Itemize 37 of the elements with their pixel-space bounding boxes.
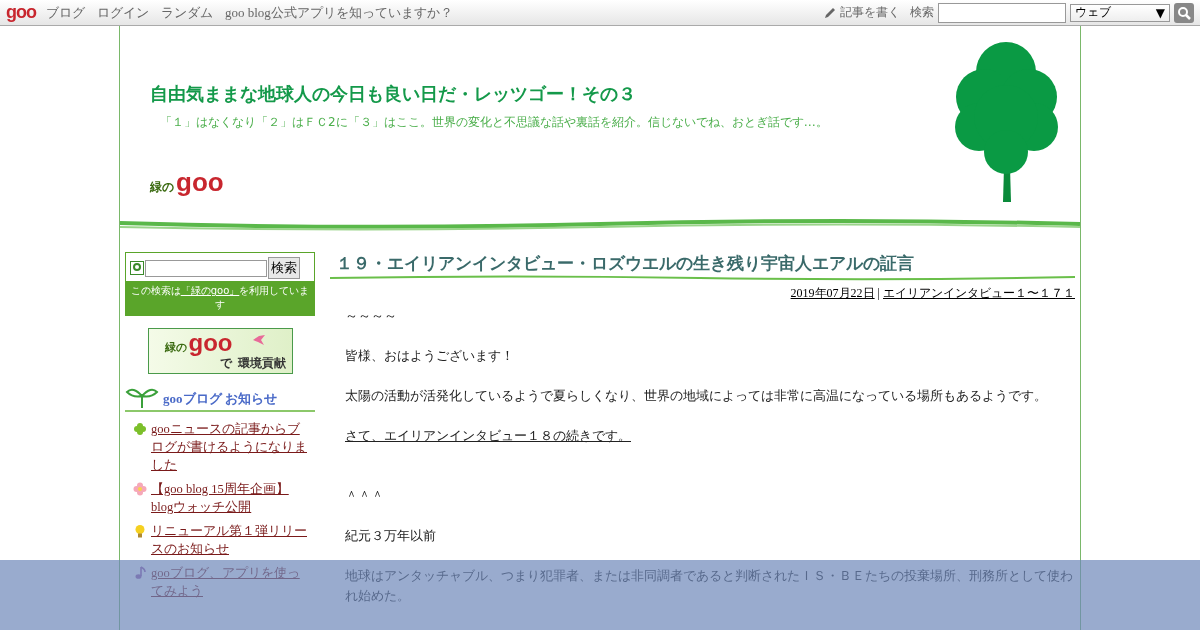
flower-icon	[133, 482, 147, 496]
notices-heading: gooブログ お知らせ	[163, 390, 277, 408]
search-note: この検索は「緑のgoo」を利用しています	[126, 281, 314, 315]
post-link[interactable]: さて、エイリアンインタビュー１８の続きです。	[345, 428, 631, 443]
search-type-dropdown[interactable]: ウェブ ▼	[1070, 3, 1170, 22]
post-title[interactable]: １９・エイリアンインタビュー・ロズウエルの生き残り宇宙人エアルの証言	[336, 252, 1075, 275]
notice-link[interactable]: リニューアル第１弾リリースのお知らせ	[151, 522, 309, 558]
lightbulb-icon	[133, 524, 147, 538]
category-link[interactable]: エイリアンインタビュー１〜１７１	[883, 286, 1075, 300]
blog-title[interactable]: 自由気ままな地球人の今日も良い日だ・レッツゴー！その３	[150, 82, 1080, 106]
sprout-icon	[125, 386, 159, 408]
nav-link[interactable]: ブログ	[46, 3, 85, 22]
search-field[interactable]	[938, 2, 1066, 23]
notice-link[interactable]: gooニュースの記事からブログが書けるようになりました	[151, 420, 309, 474]
post-paragraph: ～～～～	[345, 308, 397, 323]
post-date-link[interactable]: 2019年07月22日	[790, 286, 875, 300]
midori-goo-logo[interactable]: 緑の goo	[150, 169, 1080, 196]
goo-logo[interactable]: goo	[6, 2, 36, 23]
write-article-link[interactable]: 記事を書く	[840, 4, 900, 21]
sidebar-search-button[interactable]: 検索	[268, 257, 300, 279]
nav-link[interactable]: ログイン	[97, 3, 149, 22]
goo-g-icon	[130, 261, 144, 275]
sidebar-search-field[interactable]	[145, 259, 267, 277]
blog-description: 「１」はなくなり「２」はＦＣ2に「３」はここ。世界の変化と不思議な話や裏話を紹介。信じないでね、おとぎ話です…。	[160, 114, 829, 131]
search-label: 検索	[910, 4, 934, 21]
nav-link[interactable]: goo blog公式アプリを知っていますか？	[225, 3, 453, 22]
midori-goo-banner[interactable]: 緑のgoo で 環境貢献	[147, 328, 293, 374]
post-paragraph: 皆様、おはようございます！	[345, 348, 514, 363]
nav-link[interactable]: ランダム	[161, 3, 213, 22]
meta-separator: |	[877, 286, 880, 300]
search-button[interactable]	[1174, 2, 1194, 23]
post-paragraph: ＾＾＾	[345, 488, 384, 503]
pencil-icon	[823, 5, 837, 20]
clover-icon	[133, 422, 147, 436]
post-paragraph: 紀元３万年以前	[345, 528, 436, 543]
notice-link[interactable]: 【goo blog 15周年企画】blogウォッチ公開	[151, 480, 309, 516]
post-paragraph: 太陽の活動が活発化しているようで夏らしくなり、世界の地域によっては非常に高温になっている場所もあるようです。	[345, 388, 1047, 403]
